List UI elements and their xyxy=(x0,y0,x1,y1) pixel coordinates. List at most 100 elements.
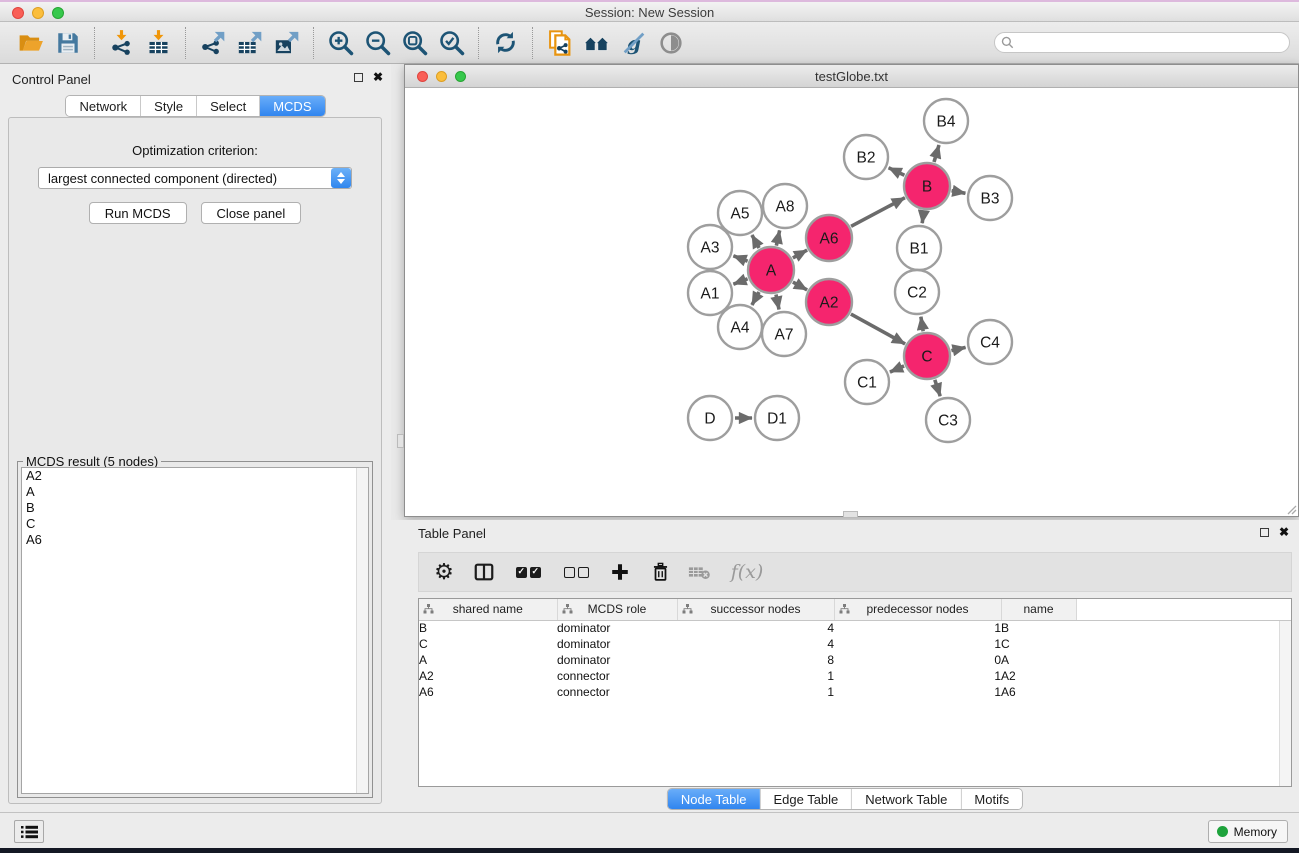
col-successor-nodes[interactable]: successor nodes xyxy=(677,599,834,620)
edge-C-C4[interactable] xyxy=(951,347,965,350)
add-column-button[interactable] xyxy=(607,558,633,586)
edge-A-A8[interactable] xyxy=(776,230,779,245)
table-cell[interactable]: A2 xyxy=(1001,668,1076,684)
table-cell[interactable]: 4 xyxy=(677,636,834,652)
table-cell[interactable]: dominator xyxy=(557,636,677,652)
result-item[interactable]: B xyxy=(22,500,368,516)
table-row[interactable]: Bdominator41B xyxy=(419,620,1291,636)
edge-A-A1[interactable] xyxy=(733,279,747,284)
tab-network[interactable]: Network xyxy=(66,96,141,116)
table-cell[interactable]: C xyxy=(419,636,557,652)
edge-C-C3[interactable] xyxy=(935,380,940,396)
table-cell[interactable]: dominator xyxy=(557,652,677,668)
network-graph[interactable]: AA1A2A3A4A5A6A7A8BB1B2B3B4CC1C2C3C4DD1 xyxy=(405,89,1298,516)
edge-B-B2[interactable] xyxy=(889,168,905,176)
select-all-button[interactable] xyxy=(511,558,545,586)
table-cell[interactable]: dominator xyxy=(557,620,677,636)
table-row[interactable]: Cdominator41C xyxy=(419,636,1291,652)
tab-select[interactable]: Select xyxy=(197,96,260,116)
network-window-titlebar[interactable]: testGlobe.txt xyxy=(405,65,1298,88)
result-item[interactable]: A6 xyxy=(22,532,368,548)
search-input[interactable] xyxy=(994,32,1290,53)
gene-query-button[interactable]: g xyxy=(615,26,652,60)
tab-motifs[interactable]: Motifs xyxy=(961,789,1022,809)
table-cell[interactable]: 1 xyxy=(677,668,834,684)
tab-mcds[interactable]: MCDS xyxy=(260,96,324,116)
table-cell[interactable]: A6 xyxy=(419,684,557,700)
edge-A-A4[interactable] xyxy=(752,292,759,305)
horizontal-splitter-handle[interactable] xyxy=(843,511,858,518)
result-item[interactable]: C xyxy=(22,516,368,532)
result-list-scrollbar[interactable] xyxy=(356,468,368,793)
tab-edge-table[interactable]: Edge Table xyxy=(760,789,852,809)
col-mcds-role[interactable]: MCDS role xyxy=(557,599,677,620)
task-history-button[interactable] xyxy=(14,820,44,843)
edge-A-A7[interactable] xyxy=(776,294,779,309)
edge-A-A5[interactable] xyxy=(752,235,759,248)
export-table-button[interactable] xyxy=(231,26,268,60)
table-cell[interactable]: 1 xyxy=(834,620,1001,636)
table-cell[interactable]: A xyxy=(1001,652,1076,668)
table-cell[interactable]: 1 xyxy=(834,668,1001,684)
export-network-button[interactable] xyxy=(194,26,231,60)
table-cell[interactable]: connector xyxy=(557,668,677,684)
zoom-selected-button[interactable] xyxy=(433,26,470,60)
table-cell[interactable]: 1 xyxy=(677,684,834,700)
table-row[interactable]: Adominator80A xyxy=(419,652,1291,668)
edge-C-C2[interactable] xyxy=(921,317,923,332)
float-table-panel-icon[interactable] xyxy=(1260,528,1269,537)
home-button[interactable] xyxy=(578,26,615,60)
result-item[interactable]: A2 xyxy=(22,468,368,484)
memory-button[interactable]: Memory xyxy=(1208,820,1288,843)
refresh-button[interactable] xyxy=(487,26,524,60)
clone-network-button[interactable] xyxy=(541,26,578,60)
export-image-button[interactable] xyxy=(268,26,305,60)
edge-A2-C[interactable] xyxy=(851,314,905,344)
table-cell[interactable]: 1 xyxy=(834,636,1001,652)
table-cell[interactable]: C xyxy=(1001,636,1076,652)
optimization-criterion-select[interactable]: largest connected component (directed) xyxy=(38,167,352,189)
table-row[interactable]: A6connector11A6 xyxy=(419,684,1291,700)
zoom-in-button[interactable] xyxy=(322,26,359,60)
edge-B-B1[interactable] xyxy=(922,211,924,223)
table-row[interactable]: A2connector11A2 xyxy=(419,668,1291,684)
deselect-all-button[interactable] xyxy=(559,558,593,586)
table-cell[interactable]: B xyxy=(419,620,557,636)
table-cell[interactable]: A xyxy=(419,652,557,668)
import-table-button[interactable] xyxy=(140,26,177,60)
edge-A-A2[interactable] xyxy=(793,282,807,290)
float-panel-icon[interactable] xyxy=(354,73,363,82)
network-canvas[interactable]: AA1A2A3A4A5A6A7A8BB1B2B3B4CC1C2C3C4DD1 xyxy=(405,89,1298,516)
col-shared-name[interactable]: shared name xyxy=(419,599,557,620)
table-cell[interactable]: A6 xyxy=(1001,684,1076,700)
edge-C-C1[interactable] xyxy=(890,366,904,372)
save-session-button[interactable] xyxy=(49,26,86,60)
zoom-out-button[interactable] xyxy=(359,26,396,60)
table-cell[interactable]: B xyxy=(1001,620,1076,636)
tab-style[interactable]: Style xyxy=(141,96,197,116)
open-file-button[interactable] xyxy=(12,26,49,60)
col-name[interactable]: name xyxy=(1001,599,1076,620)
table-scrollbar[interactable] xyxy=(1279,621,1291,786)
edge-B-B4[interactable] xyxy=(934,145,939,162)
table-cell[interactable]: 0 xyxy=(834,652,1001,668)
zoom-fit-button[interactable] xyxy=(396,26,433,60)
table-cell[interactable]: 4 xyxy=(677,620,834,636)
close-table-panel-icon[interactable]: ✖ xyxy=(1279,527,1289,537)
show-hide-button[interactable] xyxy=(652,26,689,60)
edge-A-A3[interactable] xyxy=(733,256,747,261)
run-mcds-button[interactable]: Run MCDS xyxy=(89,202,187,224)
table-cell[interactable]: 8 xyxy=(677,652,834,668)
close-panel-icon[interactable]: ✖ xyxy=(373,72,383,82)
mcds-result-list[interactable]: A2ABCA6 xyxy=(21,467,369,794)
table-cell[interactable]: 1 xyxy=(834,684,1001,700)
edge-A6-B[interactable] xyxy=(851,198,905,227)
tab-network-table[interactable]: Network Table xyxy=(852,789,961,809)
edge-B-B3[interactable] xyxy=(952,191,966,194)
result-item[interactable]: A xyxy=(22,484,368,500)
vertical-splitter-handle[interactable] xyxy=(397,434,404,448)
col-predecessor-nodes[interactable]: predecessor nodes xyxy=(834,599,1001,620)
close-panel-button[interactable]: Close panel xyxy=(201,202,302,224)
delete-column-button[interactable] xyxy=(647,558,673,586)
edge-A-A6[interactable] xyxy=(793,250,807,258)
